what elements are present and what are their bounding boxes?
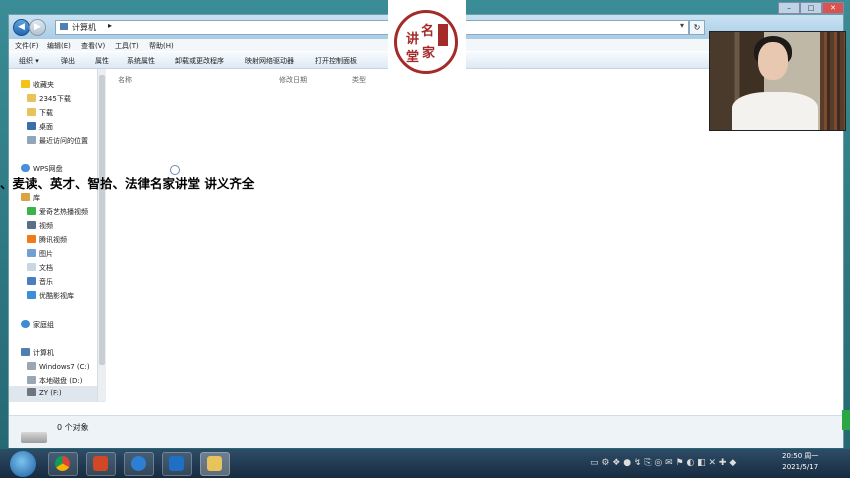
object-count: 0 个对象 [57,423,89,432]
map-network-drive-button[interactable]: 映射网络驱动器 [245,56,294,66]
iqiyi-icon [27,207,36,215]
column-name[interactable]: 名称 [118,75,132,85]
chevron-right-icon[interactable]: ▸ [108,21,112,30]
menu-file[interactable]: 文件(F) [15,41,39,51]
taskbar-powerpoint[interactable] [86,452,116,476]
properties-button[interactable]: 属性 [95,56,109,66]
column-date-modified[interactable]: 修改日期 [279,75,307,85]
menu-edit[interactable]: 编辑(E) [47,41,71,51]
star-icon [21,80,30,88]
open-control-panel-button[interactable]: 打开控制面板 [315,56,357,66]
details-pane: 0 个对象 [9,415,843,448]
organize-button[interactable]: 组织 ▾ [19,56,39,66]
start-button[interactable] [10,451,36,477]
homegroup-icon [21,320,30,328]
sidebar-item-recent[interactable]: 最近访问的位置 [27,136,88,148]
sidebar-item-drive-f[interactable]: ZY (F:) [27,388,62,400]
sidebar-item-desktop[interactable]: 桌面 [27,122,53,134]
download-folder-icon [27,108,36,116]
presenter-body [732,92,818,130]
pictures-icon [27,249,36,257]
seal-stamp [438,24,448,46]
navigation-pane: 收藏夹 2345下载 下载 桌面 最近访问的位置 WPS网盘 库 爱奇艺热播视频… [9,69,97,414]
music-icon [27,277,36,285]
overlay-caption: 、麦读、英才、智拾、法律名家讲堂 讲义齐全 [0,176,255,191]
drive-icon [27,376,36,384]
sidebar-item-documents[interactable]: 文档 [27,263,53,275]
sidebar-item-homegroup[interactable]: 家庭组 [21,320,54,332]
sidebar-item-favorites[interactable]: 收藏夹 [21,80,54,92]
minimize-button[interactable]: – [778,2,800,14]
youku-icon [27,291,36,299]
clock[interactable]: 20:50 周一 2021/5/17 [782,451,818,473]
sidebar-item-iqiyi[interactable]: 爱奇艺热播视频 [27,207,88,219]
video-icon [27,221,36,229]
logo-char: 家 [422,46,436,61]
close-button[interactable]: ✕ [822,2,844,14]
sidebar-item-music[interactable]: 音乐 [27,277,53,289]
taskbar-media[interactable] [162,452,192,476]
back-button[interactable]: ◀ [13,19,30,36]
sidebar-item-tencent-video[interactable]: 腾讯视频 [27,235,67,247]
folder-icon [27,94,36,102]
refresh-button[interactable]: ↻ [689,20,705,35]
computer-icon [21,348,30,356]
presenter-face [758,42,788,80]
bookshelf [820,32,845,130]
app-icon [131,456,146,471]
drive-icon [21,432,47,443]
sidebar-item-videos[interactable]: 视频 [27,221,53,233]
system-tray[interactable]: ▭ ⚙ ❖ ● ↯ ⎘ ◎ ✉ ⚑ ◐ ◧ ✕ ✚ ◆ [590,458,736,468]
media-icon [169,456,184,471]
taskbar-app[interactable] [124,452,154,476]
powerpoint-icon [93,456,108,471]
side-indicator [842,410,850,430]
taskbar-chrome[interactable] [48,452,78,476]
library-icon [21,193,30,201]
scrollbar-thumb[interactable] [99,75,105,365]
clock-date: 2021/5/17 [782,463,819,471]
cloud-icon [21,164,30,172]
sidebar-item-youku[interactable]: 优酷影视库 [27,291,74,303]
logo-char: 名 [421,24,435,39]
removable-drive-icon [27,388,36,396]
chevron-down-icon[interactable]: ▾ [680,21,684,30]
forward-button[interactable]: ▶ [29,19,46,36]
sidebar-item-2345-download[interactable]: 2345下载 [27,94,71,106]
menu-tools[interactable]: 工具(T) [115,41,139,51]
address-text: 计算机 [72,23,96,32]
recent-places-icon [27,136,36,144]
clock-time: 20:50 周一 [782,452,819,460]
logo-char: 讲 [406,32,420,47]
chrome-icon [55,456,70,471]
logo-char: 堂 [406,50,420,65]
desktop-icon [27,122,36,130]
menu-help[interactable]: 帮助(H) [149,41,174,51]
taskbar-explorer[interactable] [200,452,230,476]
computer-icon [60,23,68,30]
drive-icon [27,362,36,370]
webcam-overlay [709,31,846,131]
menu-view[interactable]: 查看(V) [81,41,105,51]
eject-button[interactable]: 弹出 [61,56,75,66]
system-properties-button[interactable]: 系统属性 [127,56,155,66]
sidebar-scrollbar[interactable] [97,69,106,401]
selected-drive-row[interactable]: ZY (F:) [9,386,105,402]
sidebar-item-drive-c[interactable]: Windows7 (C:) [27,362,90,374]
sidebar-item-computer[interactable]: 计算机 [21,348,54,360]
address-bar[interactable]: 计算机 ▸ ▾ [55,20,689,35]
sidebar-item-pictures[interactable]: 图片 [27,249,53,261]
brand-logo: 讲 名 堂 家 [388,0,466,86]
sidebar-item-library[interactable]: 库 [21,193,40,205]
taskbar: ▭ ⚙ ❖ ● ↯ ⎘ ◎ ✉ ⚑ ◐ ◧ ✕ ✚ ◆ 20:50 周一 202… [0,449,850,478]
uninstall-program-button[interactable]: 卸载或更改程序 [175,56,224,66]
column-type[interactable]: 类型 [352,75,366,85]
documents-icon [27,263,36,271]
folder-icon [207,456,222,471]
tencent-video-icon [27,235,36,243]
sidebar-item-downloads[interactable]: 下载 [27,108,53,120]
maximize-button[interactable]: □ [800,2,822,14]
